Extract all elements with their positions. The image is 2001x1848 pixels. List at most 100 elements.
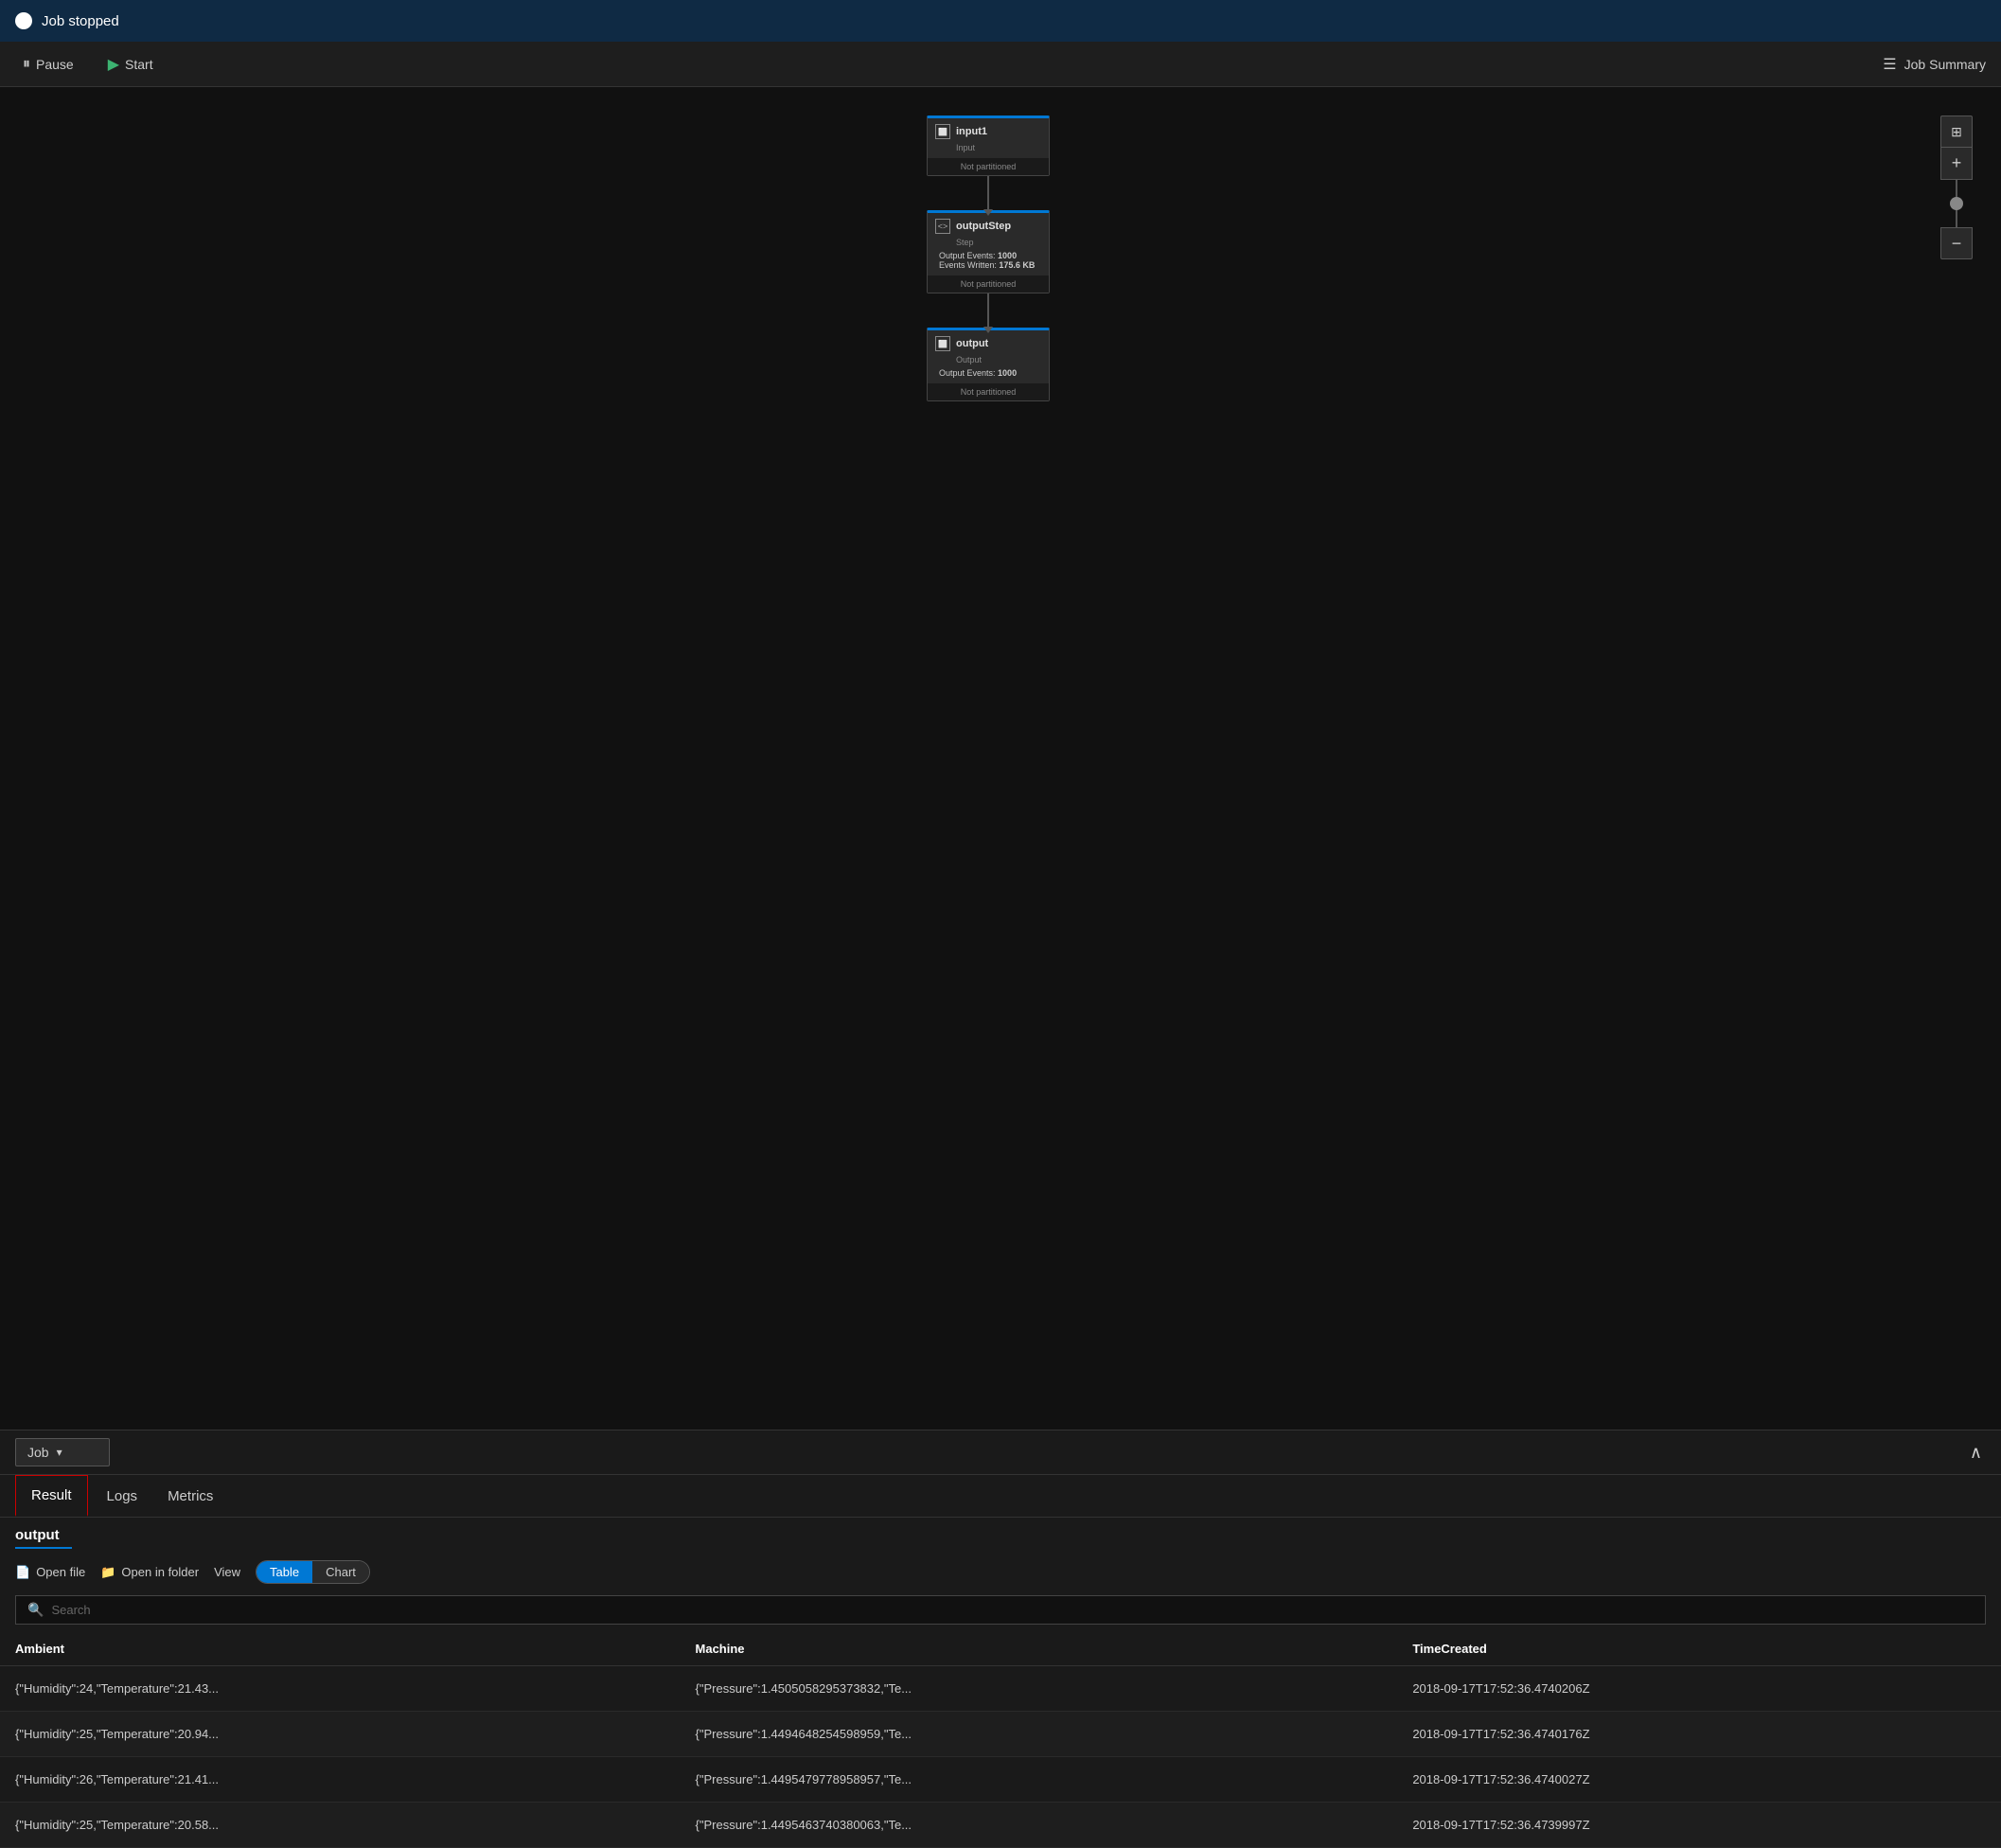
tab-logs-label: Logs [107, 1488, 138, 1504]
data-table: Ambient Machine TimeCreated {"Humidity":… [0, 1632, 2001, 1848]
tab-logs[interactable]: Logs [92, 1477, 153, 1516]
open-file-label: Open file [36, 1565, 85, 1579]
chart-view-button[interactable]: Chart [312, 1561, 369, 1583]
tab-result[interactable]: Result [15, 1475, 88, 1517]
cell-machine: {"Pressure":1.4505058295373832,"Te... [681, 1666, 1398, 1712]
node-output[interactable]: ⬜ output Output Output Events: 1000 Not … [927, 328, 1050, 401]
output-stat1: Output Events: 1000 [939, 368, 1041, 378]
output-icon: ⬜ [935, 336, 950, 351]
cell-ambient: {"Humidity":25,"Temperature":20.58... [0, 1803, 681, 1848]
table-row: {"Humidity":25,"Temperature":20.58...{"P… [0, 1803, 2001, 1848]
outputstep-title: outputStep [956, 221, 1011, 232]
table-body: {"Humidity":24,"Temperature":21.43...{"P… [0, 1666, 2001, 1848]
cell-timeCreated: 2018-09-17T17:52:36.4740176Z [1397, 1712, 2001, 1757]
minus-icon: − [1952, 234, 1962, 254]
start-label: Start [125, 57, 153, 72]
panel-toolbar: Job ▾ ∧ [0, 1430, 2001, 1475]
tab-metrics-label: Metrics [168, 1488, 213, 1504]
pause-label: Pause [36, 57, 74, 72]
cell-timeCreated: 2018-09-17T17:52:36.4740206Z [1397, 1666, 2001, 1712]
table-header: Ambient Machine TimeCreated [0, 1632, 2001, 1666]
table-view-label: Table [270, 1565, 299, 1579]
arrow-2 [987, 293, 989, 328]
open-folder-label: Open in folder [121, 1565, 199, 1579]
table-row: {"Humidity":26,"Temperature":21.41...{"P… [0, 1757, 2001, 1803]
input1-icon: ⬜ [935, 124, 950, 139]
job-summary-label: Job Summary [1904, 57, 1986, 72]
cell-ambient: {"Humidity":24,"Temperature":21.43... [0, 1666, 681, 1712]
output-label: output [15, 1527, 1986, 1543]
plus-icon: + [1952, 153, 1962, 173]
main-toolbar: ⏸ Pause ▶ Start ☰ Job Summary [0, 42, 2001, 87]
start-button[interactable]: ▶ Start [100, 51, 161, 78]
table-view-button[interactable]: Table [257, 1561, 312, 1583]
tab-result-label: Result [31, 1487, 72, 1503]
col-timecreated: TimeCreated [1397, 1632, 2001, 1666]
status-bar: Job stopped [0, 0, 2001, 42]
toolbar-left: ⏸ Pause ▶ Start [15, 51, 1864, 78]
output-underline [15, 1547, 72, 1549]
output-section: output [0, 1518, 2001, 1553]
status-dot [15, 12, 32, 29]
cell-timeCreated: 2018-09-17T17:52:36.4740027Z [1397, 1757, 2001, 1803]
flow-diagram: ⬜ input1 Input Not partitioned <> output… [927, 116, 1050, 401]
open-file-icon: 📄 [15, 1565, 30, 1580]
job-dropdown[interactable]: Job ▾ [15, 1438, 110, 1466]
cell-timeCreated: 2018-09-17T17:52:36.4739997Z [1397, 1803, 2001, 1848]
search-row: 🔍 [0, 1591, 2001, 1632]
open-folder-icon: 📁 [100, 1565, 115, 1580]
job-dropdown-label: Job [27, 1445, 49, 1460]
outputstep-subtitle: Step [956, 238, 1041, 247]
status-text: Job stopped [42, 13, 119, 29]
tab-metrics[interactable]: Metrics [152, 1477, 228, 1516]
table-container: Ambient Machine TimeCreated {"Humidity":… [0, 1632, 2001, 1848]
job-summary-button[interactable]: ☰ Job Summary [1883, 55, 1986, 74]
output-subtitle: Output [956, 355, 1041, 364]
start-icon: ▶ [108, 55, 119, 74]
cell-machine: {"Pressure":1.4495463740380063,"Te... [681, 1803, 1398, 1848]
zoom-controls: ⊞ + − [1940, 116, 1973, 259]
input1-title: input1 [956, 126, 987, 137]
zoom-in-button[interactable]: + [1940, 148, 1973, 180]
open-file-button[interactable]: 📄 Open file [15, 1565, 85, 1580]
collapse-icon: ∧ [1970, 1443, 1982, 1462]
zoom-fit-button[interactable]: ⊞ [1940, 116, 1973, 148]
output-footer: Not partitioned [928, 383, 1049, 400]
cell-machine: {"Pressure":1.4495479778958957,"Te... [681, 1757, 1398, 1803]
chart-view-label: Chart [326, 1565, 356, 1579]
outputstep-stat1: Output Events: 1000 [939, 251, 1041, 260]
col-machine: Machine [681, 1632, 1398, 1666]
pause-button[interactable]: ⏸ Pause [15, 52, 81, 77]
cell-machine: {"Pressure":1.4494648254598959,"Te... [681, 1712, 1398, 1757]
node-input1[interactable]: ⬜ input1 Input Not partitioned [927, 116, 1050, 176]
cell-ambient: {"Humidity":25,"Temperature":20.94... [0, 1712, 681, 1757]
search-input[interactable] [51, 1603, 1974, 1617]
outputstep-icon: <> [935, 219, 950, 234]
outputstep-stat2: Events Written: 175.6 KB [939, 260, 1041, 270]
open-folder-button[interactable]: 📁 Open in folder [100, 1565, 199, 1580]
input1-footer: Not partitioned [928, 158, 1049, 175]
zoom-slider-track[interactable] [1956, 180, 1957, 227]
node-input1-header: ⬜ input1 [935, 124, 1041, 139]
outputstep-footer: Not partitioned [928, 275, 1049, 293]
node-output-header: ⬜ output [935, 336, 1041, 351]
zoom-slider-thumb[interactable] [1950, 197, 1963, 210]
list-icon: ☰ [1883, 55, 1896, 74]
zoom-out-button[interactable]: − [1940, 227, 1973, 259]
collapse-button[interactable]: ∧ [1966, 1439, 1986, 1466]
cell-ambient: {"Humidity":26,"Temperature":21.41... [0, 1757, 681, 1803]
fit-icon: ⊞ [1951, 124, 1962, 140]
input1-subtitle: Input [956, 143, 1041, 152]
table-row: {"Humidity":25,"Temperature":20.94...{"P… [0, 1712, 2001, 1757]
node-outputstep[interactable]: <> outputStep Step Output Events: 1000 E… [927, 210, 1050, 293]
tabs-row: Result Logs Metrics [0, 1475, 2001, 1518]
search-icon: 🔍 [27, 1602, 44, 1618]
node-outputstep-header: <> outputStep [935, 219, 1041, 234]
pause-icon: ⏸ [23, 56, 30, 73]
view-label: View [214, 1565, 240, 1579]
bottom-panel: Job ▾ ∧ Result Logs Metrics output 📄 Ope… [0, 1430, 2001, 1848]
search-box: 🔍 [15, 1595, 1986, 1625]
table-row: {"Humidity":24,"Temperature":21.43...{"P… [0, 1666, 2001, 1712]
col-ambient: Ambient [0, 1632, 681, 1666]
output-title: output [956, 338, 988, 349]
